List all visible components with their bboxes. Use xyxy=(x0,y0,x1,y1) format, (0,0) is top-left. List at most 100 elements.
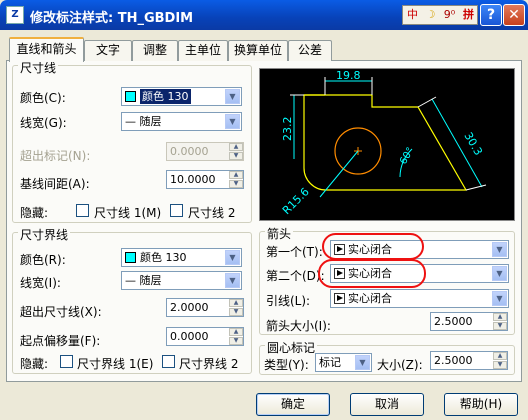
cancel-button[interactable]: 取消 xyxy=(350,393,424,416)
close-button[interactable]: ✕ xyxy=(503,4,525,26)
closed-filled-arrow-icon xyxy=(334,293,345,304)
arrow-first-label: 第一个(T): xyxy=(266,245,323,259)
ime-moon-icon[interactable]: ☽ xyxy=(422,7,439,23)
arrow-size-value: 2.5000 xyxy=(434,315,473,328)
dim-baseline-input[interactable]: 10.0000 ▲ ▼ xyxy=(166,170,244,189)
tab-fit[interactable]: 调整 xyxy=(132,40,178,61)
preview-drawing: 19.8 23.2 30.3 60° R15.6 xyxy=(280,69,487,217)
preview-panel: 19.8 23.2 30.3 60° R15.6 xyxy=(259,68,515,221)
spin-down-icon[interactable]: ▼ xyxy=(229,180,243,188)
dim-text-left: 23.2 xyxy=(281,117,294,142)
ime-chinese-icon[interactable]: 中 xyxy=(404,7,421,23)
help-button[interactable]: 帮助(H) xyxy=(444,393,518,416)
chevron-down-icon[interactable]: ▼ xyxy=(225,250,240,265)
tab-primary-units[interactable]: 主单位 xyxy=(178,40,228,61)
dim-color-label: 颜色(C): xyxy=(20,91,66,105)
dim-baseline-label: 基线间距(A): xyxy=(20,177,90,191)
center-type-select[interactable]: 标记 ▼ xyxy=(315,353,372,372)
chevron-down-icon[interactable]: ▼ xyxy=(492,291,507,306)
help-title-button[interactable]: ? xyxy=(480,4,502,26)
ok-button[interactable]: 确定 xyxy=(256,393,330,416)
suppress-dim2-label[interactable]: 尺寸线 2 xyxy=(188,204,235,221)
chevron-down-icon[interactable]: ▼ xyxy=(355,355,370,370)
color-swatch-icon xyxy=(125,252,136,263)
ext-extend-label: 超出尺寸线(X): xyxy=(20,305,102,319)
dim-suppress-label: 隐藏: xyxy=(20,206,49,220)
suppress-ext1-label[interactable]: 尺寸界线 1(E) xyxy=(77,355,153,372)
spin-up-icon[interactable]: ▲ xyxy=(493,352,507,360)
arrow-second-label: 第二个(D): xyxy=(266,269,325,283)
dim-extend-input[interactable]: 0.0000 ▲ ▼ xyxy=(166,142,244,161)
arrow-leader-label: 引线(L): xyxy=(266,294,311,308)
chevron-down-icon[interactable]: ▼ xyxy=(225,114,240,129)
center-size-label: 大小(Z): xyxy=(377,358,423,372)
dim-color-value: 颜色 130 xyxy=(140,89,191,104)
app-icon: Z xyxy=(6,6,24,24)
spin-up-icon[interactable]: ▲ xyxy=(229,143,243,151)
dim-text-angle: 60° xyxy=(398,146,416,167)
ext-line-aligned-2 xyxy=(465,184,487,191)
tab-alternate-units[interactable]: 换算单位 xyxy=(228,40,288,61)
suppress-ext2-label[interactable]: 尺寸界线 2 xyxy=(179,355,238,372)
spin-down-icon[interactable]: ▼ xyxy=(493,361,507,369)
dim-extend-value: 0.0000 xyxy=(170,145,209,158)
arrow-size-input[interactable]: 2.5000 ▲ ▼ xyxy=(430,312,508,331)
dim-linewidth-select[interactable]: — 随层 ▼ xyxy=(121,112,242,131)
ext-linewidth-label: 线宽(I): xyxy=(20,276,61,290)
center-size-value: 2.5000 xyxy=(434,354,473,367)
spin-up-icon[interactable]: ▲ xyxy=(229,171,243,179)
ext-color-value: 颜色 130 xyxy=(140,251,187,264)
ext-linewidth-value: — 随层 xyxy=(125,274,162,287)
ext-color-select[interactable]: 颜色 130 ▼ xyxy=(121,248,242,267)
suppress-dim1-label[interactable]: 尺寸线 1(M) xyxy=(94,204,161,221)
ext-extend-input[interactable]: 2.0000 ▲ ▼ xyxy=(166,298,244,317)
ext-suppress-label: 隐藏: xyxy=(20,357,49,371)
ime-pinyin-icon[interactable]: 拼 xyxy=(460,7,477,23)
chevron-down-icon[interactable]: ▼ xyxy=(225,89,240,104)
chevron-down-icon[interactable]: ▼ xyxy=(225,273,240,288)
tab-tolerances[interactable]: 公差 xyxy=(288,40,332,61)
ext-linewidth-select[interactable]: — 随层 ▼ xyxy=(121,271,242,290)
dim-color-select[interactable]: 颜色 130 ▼ xyxy=(121,87,242,106)
chevron-down-icon[interactable]: ▼ xyxy=(492,242,507,257)
arrow-leader-value: 实心闭合 xyxy=(348,292,392,305)
ext-offset-input[interactable]: 0.0000 ▲ ▼ xyxy=(166,327,244,346)
center-type-value: 标记 xyxy=(319,356,341,369)
spin-up-icon[interactable]: ▲ xyxy=(229,328,243,336)
chevron-down-icon[interactable]: ▼ xyxy=(492,266,507,281)
tab-text[interactable]: 文字 xyxy=(84,40,132,61)
spin-up-icon[interactable]: ▲ xyxy=(229,299,243,307)
color-swatch-icon xyxy=(125,91,136,102)
ext-offset-value: 0.0000 xyxy=(170,330,209,343)
tab-lines-arrows[interactable]: 直线和箭头 xyxy=(9,37,84,62)
ext-offset-label: 起点偏移量(F): xyxy=(20,334,101,348)
window-title: 修改标注样式: TH_GBDIM xyxy=(30,11,194,26)
dim-baseline-value: 10.0000 xyxy=(170,173,216,186)
dim-text-radius: R15.6 xyxy=(280,185,312,217)
ext-color-label: 颜色(R): xyxy=(20,253,66,267)
suppress-dim1-checkbox[interactable] xyxy=(76,204,89,217)
dim-text-aligned: 30.3 xyxy=(461,130,485,158)
highlight-ring-second xyxy=(318,259,426,288)
suppress-ext2-checkbox[interactable] xyxy=(162,355,175,368)
ext-lines-title: 尺寸界线 xyxy=(18,226,71,243)
dim-linewidth-value: — 随层 xyxy=(125,115,162,128)
dim-extend-label: 超出标记(N): xyxy=(20,149,91,163)
dim-text-top: 19.8 xyxy=(336,69,361,82)
center-mark-title: 圆心标记 xyxy=(265,339,318,356)
ime-toolbar[interactable]: 中 ☽ 9⁰ 拼 xyxy=(402,5,478,25)
spin-up-icon[interactable]: ▲ xyxy=(493,313,507,321)
dim-linewidth-label: 线宽(G): xyxy=(20,116,67,130)
highlight-ring-first xyxy=(322,233,424,260)
center-size-input[interactable]: 2.5000 ▲ ▼ xyxy=(430,351,508,370)
suppress-dim2-checkbox[interactable] xyxy=(170,204,183,217)
spin-down-icon[interactable]: ▼ xyxy=(493,322,507,330)
center-type-label: 类型(Y): xyxy=(264,358,309,372)
spin-down-icon[interactable]: ▼ xyxy=(229,308,243,316)
ime-punct-icon[interactable]: 9⁰ xyxy=(440,7,459,23)
arrow-size-label: 箭头大小(I): xyxy=(266,319,331,333)
spin-down-icon[interactable]: ▼ xyxy=(229,337,243,345)
suppress-ext1-checkbox[interactable] xyxy=(60,355,73,368)
spin-down-icon[interactable]: ▼ xyxy=(229,152,243,160)
arrow-leader-select[interactable]: 实心闭合 ▼ xyxy=(330,289,509,308)
